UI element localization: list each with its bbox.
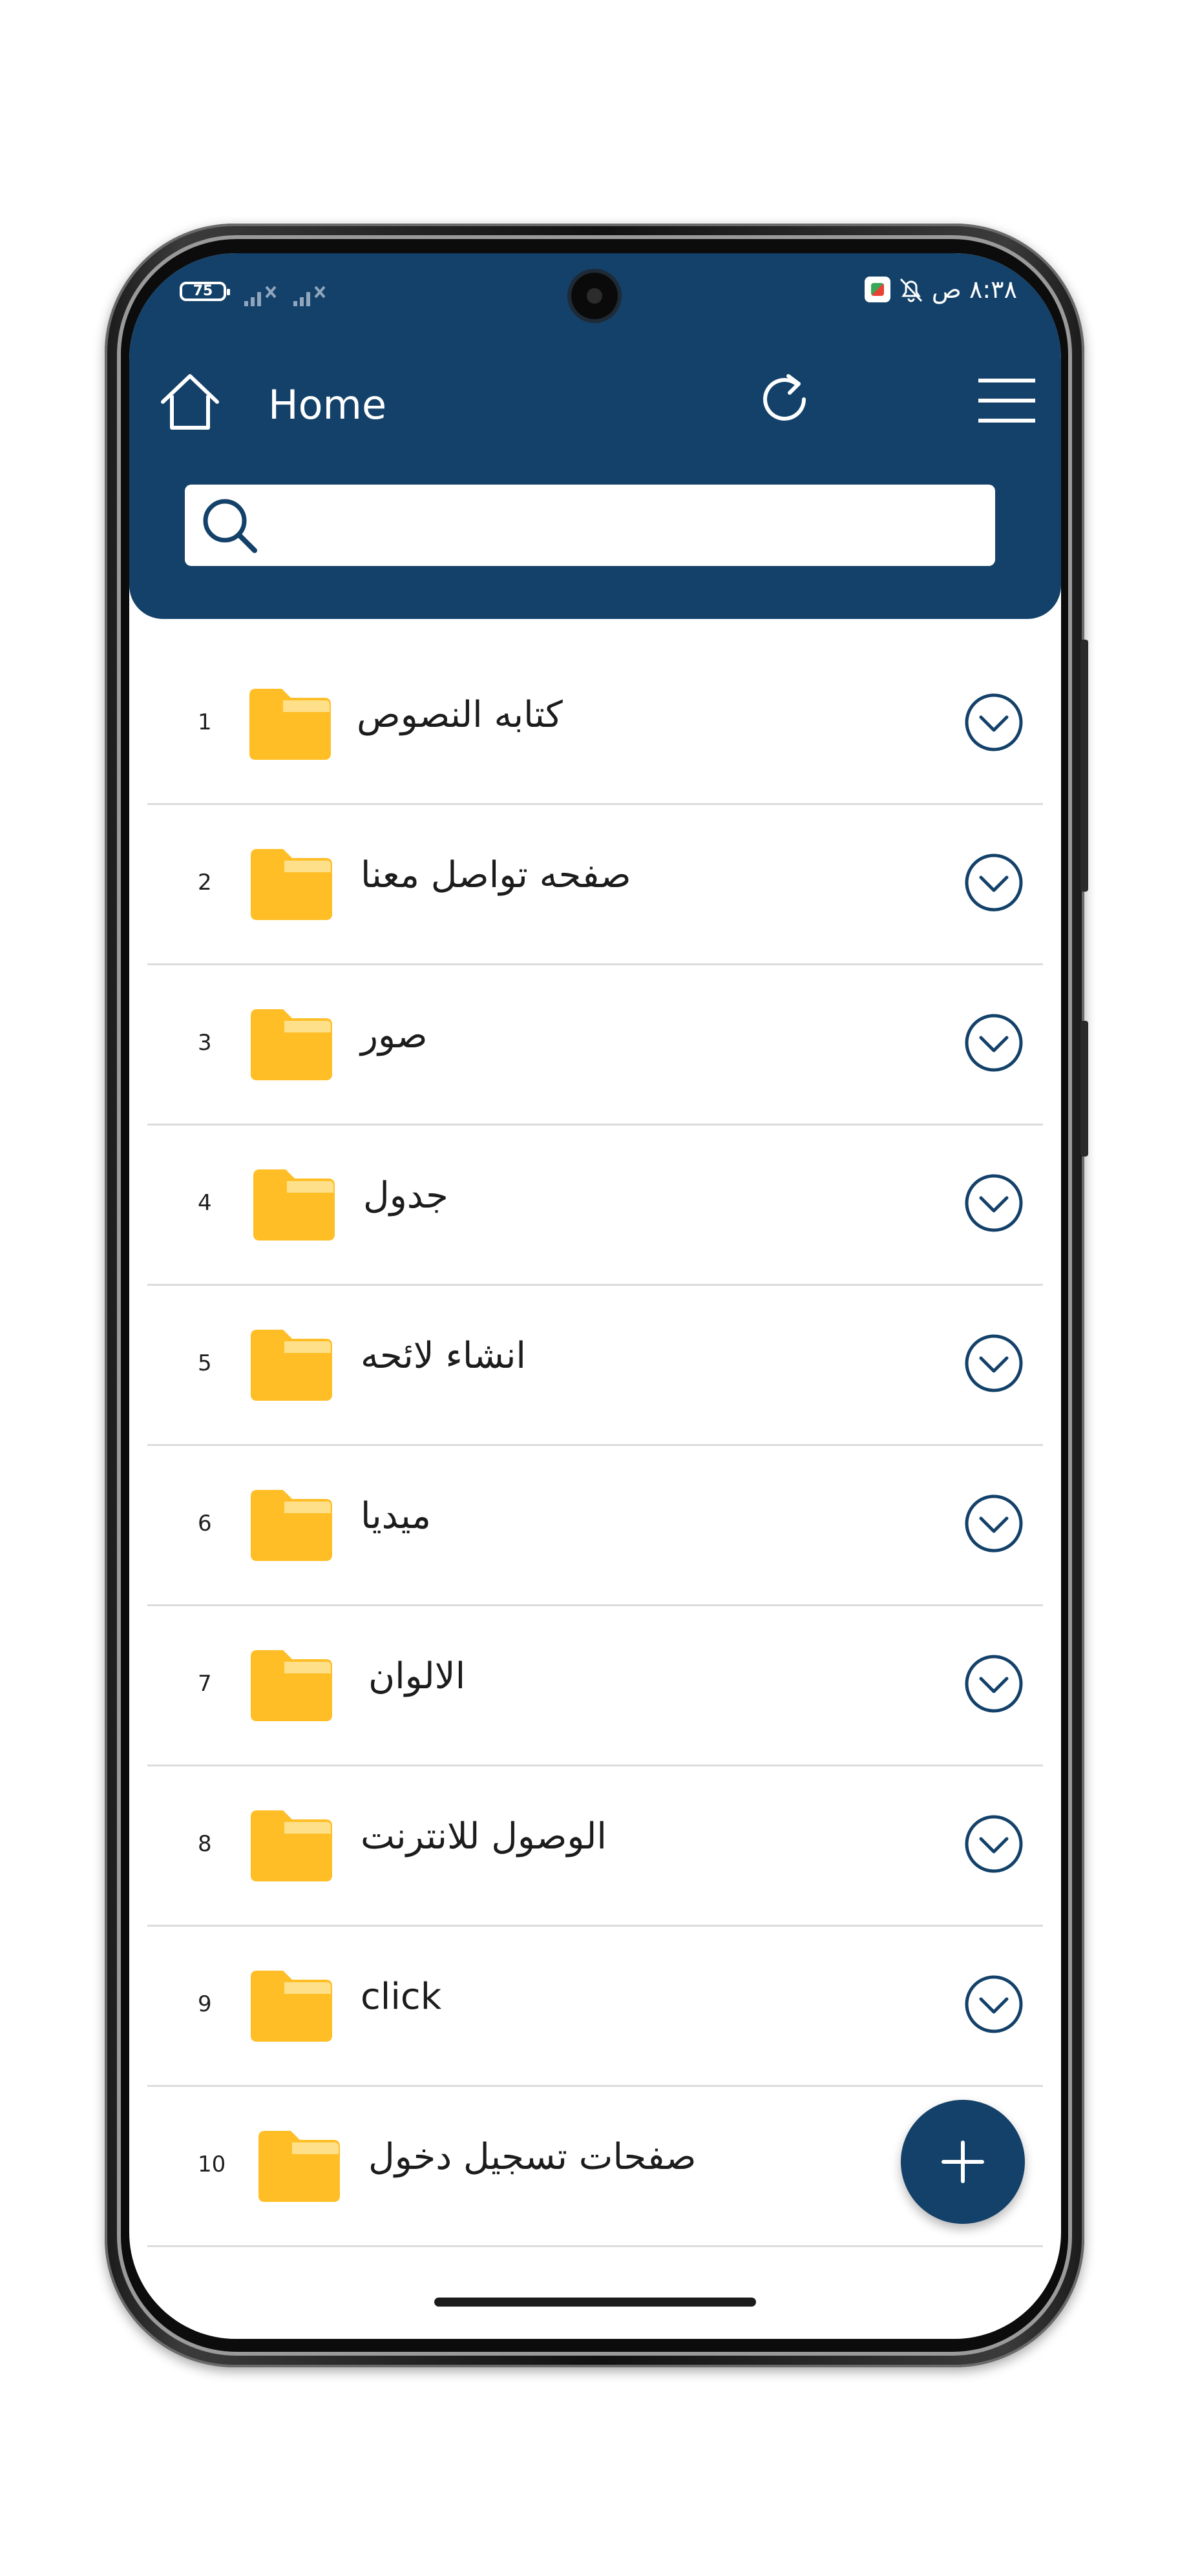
folder-icon	[249, 689, 331, 760]
folder-icon	[251, 1650, 332, 1721]
chevron-down-icon[interactable]	[963, 691, 1025, 753]
chevron-down-icon[interactable]	[963, 1973, 1025, 2035]
item-index: 3	[198, 1030, 212, 1056]
chevron-down-icon[interactable]	[963, 1172, 1025, 1234]
list-item[interactable]: 6 ميديا	[147, 1446, 1043, 1606]
list-item[interactable]: 2 صفحه تواصل معنا	[147, 805, 1043, 965]
folder-icon	[251, 849, 332, 920]
home-indicator[interactable]	[434, 2298, 756, 2307]
chevron-down-icon[interactable]	[963, 852, 1025, 914]
folder-icon	[258, 2131, 340, 2202]
folder-name: كتابه النصوص	[357, 694, 563, 736]
app-header: 75 ٨:٣٨ ص Home	[129, 253, 1061, 619]
folder-name: الوصول للانترنت	[361, 1816, 607, 1858]
status-bar: 75 ٨:٣٨ ص	[129, 253, 1061, 331]
item-index: 2	[198, 870, 212, 895]
toolbar: Home	[129, 370, 1061, 454]
front-camera	[571, 273, 618, 319]
add-button[interactable]	[901, 2100, 1025, 2224]
signal-icon	[244, 286, 277, 306]
item-index: 10	[198, 2152, 226, 2177]
app-screen: 75 ٨:٣٨ ص Home 1 كتابه النصوص 2 صفحه توا…	[129, 253, 1061, 2339]
list-item[interactable]: 9 click	[147, 1927, 1043, 2087]
power-button	[1080, 1021, 1088, 1157]
folder-name: جدول	[363, 1175, 448, 1217]
list-item[interactable]: 7 الالوان	[147, 1606, 1043, 1766]
folder-icon	[251, 1971, 332, 2042]
folder-icon	[251, 1810, 332, 1881]
item-index: 1	[198, 709, 212, 735]
folder-icon	[251, 1490, 332, 1561]
signal-icon	[293, 286, 326, 306]
volume-button	[1080, 640, 1088, 892]
search-icon	[203, 499, 257, 553]
folder-name: ميديا	[361, 1495, 431, 1537]
folder-name: صفحه تواصل معنا	[361, 854, 631, 896]
chevron-down-icon[interactable]	[963, 1492, 1025, 1555]
chevron-down-icon[interactable]	[963, 1653, 1025, 1715]
folder-name: انشاء لائحه	[361, 1335, 526, 1377]
app-notification-icon	[864, 277, 890, 302]
bell-muted-icon	[900, 278, 923, 302]
list-item[interactable]: 5 انشاء لائحه	[147, 1286, 1043, 1446]
folder-icon	[251, 1330, 332, 1401]
hamburger-menu-icon[interactable]	[977, 373, 1036, 428]
item-index: 4	[198, 1190, 212, 1216]
search-input[interactable]	[269, 496, 982, 556]
folder-icon	[253, 1169, 335, 1241]
item-index: 7	[198, 1671, 212, 1697]
list-item[interactable]: 8 الوصول للانترنت	[147, 1766, 1043, 1927]
plus-icon	[942, 2141, 984, 2183]
search-bar[interactable]	[185, 485, 995, 566]
status-right: ٨:٣٨ ص	[864, 275, 1017, 304]
page-title: Home	[268, 381, 387, 428]
item-index: 8	[198, 1831, 212, 1857]
refresh-icon[interactable]	[756, 371, 814, 429]
battery-indicator: 75	[180, 282, 230, 301]
list-item[interactable]: 1 كتابه النصوص	[147, 645, 1043, 805]
folder-name: صور	[361, 1014, 428, 1056]
folder-name: صفحات تسجيل دخول	[368, 2136, 697, 2178]
folder-name: click	[361, 1976, 442, 2018]
folder-name: الالوان	[368, 1655, 466, 1697]
status-time: ٨:٣٨ ص	[931, 275, 1017, 304]
folder-icon	[251, 1009, 332, 1080]
chevron-down-icon[interactable]	[963, 1332, 1025, 1394]
item-index: 6	[198, 1511, 212, 1536]
list-item[interactable]: 4 جدول	[147, 1126, 1043, 1286]
chevron-down-icon[interactable]	[963, 1813, 1025, 1875]
item-index: 9	[198, 1991, 212, 2017]
chevron-down-icon[interactable]	[963, 1012, 1025, 1074]
folder-list: 1 كتابه النصوص 2 صفحه تواصل معنا 3 صور 4…	[147, 645, 1043, 2247]
item-index: 5	[198, 1350, 212, 1376]
list-item[interactable]: 3 صور	[147, 965, 1043, 1126]
home-icon[interactable]	[158, 370, 222, 434]
